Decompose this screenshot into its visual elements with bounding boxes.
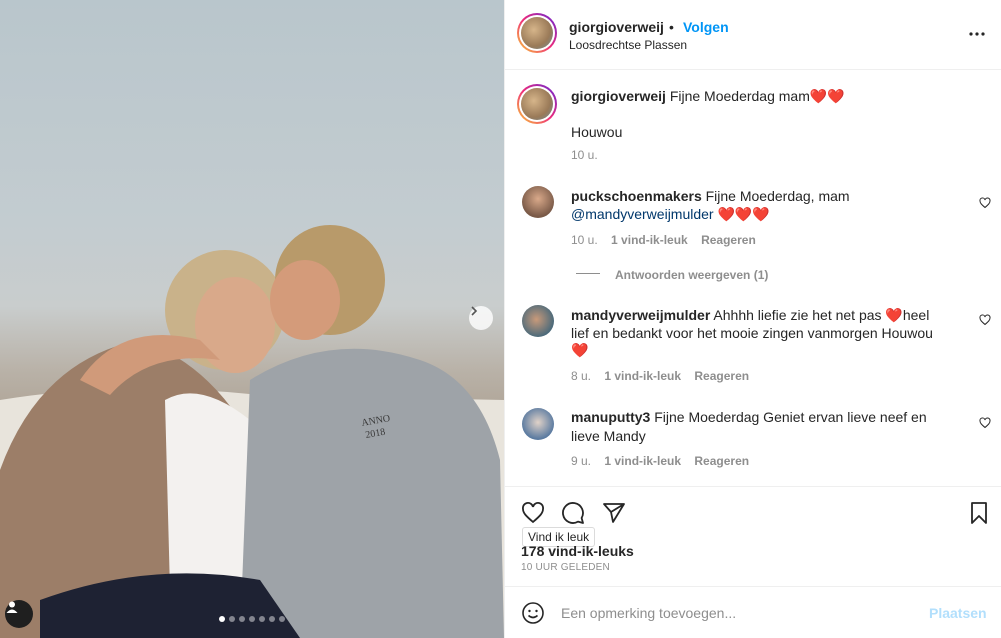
comment-avatar[interactable] <box>522 186 554 218</box>
post-details-panel: giorgioverweij • Volgen Loosdrechtse Pla… <box>504 0 1001 638</box>
likes-count[interactable]: 178 vind-ik-leuks <box>521 543 634 559</box>
user-tag-button[interactable] <box>5 600 33 628</box>
carousel-dot <box>259 616 265 622</box>
comment-likes[interactable]: 1 vind-ik-leuk <box>604 454 681 468</box>
comment-emoji: ❤️❤️❤️ <box>717 206 770 222</box>
user-tag-icon <box>6 601 18 613</box>
carousel-dot <box>219 616 225 622</box>
comment-reply-button[interactable]: Reageren <box>701 233 756 247</box>
carousel-dot <box>229 616 235 622</box>
author-avatar[interactable] <box>517 13 557 53</box>
comment-time[interactable]: 10 u. <box>571 233 598 247</box>
caption-avatar[interactable] <box>517 84 557 124</box>
comment-mention[interactable]: @mandyverweijmulder <box>571 206 714 222</box>
comment-time[interactable]: 8 u. <box>571 369 591 383</box>
replies-line <box>576 273 600 274</box>
post-actions: Vind ik leuk 178 vind-ik-leuks 10 UUR GE… <box>505 486 1001 586</box>
comment-text: Fijne Moederdag Geniet ervan lieve neef … <box>654 409 927 425</box>
comment-icon[interactable] <box>561 501 585 525</box>
comment-likes[interactable]: 1 vind-ik-leuk <box>604 369 681 383</box>
caption-username[interactable]: giorgioverweij <box>571 88 666 104</box>
view-replies-button[interactable]: Antwoorden weergeven (1) <box>615 268 768 282</box>
comment-like-heart-icon[interactable] <box>979 314 991 326</box>
comment-text-line2: lieve Mandy <box>571 428 646 444</box>
caption-text: Fijne Moederdag mam❤️❤️ <box>669 88 845 104</box>
comment-username[interactable]: mandyverweijmulder <box>571 307 710 323</box>
comment-input[interactable] <box>561 601 921 625</box>
bookmark-icon[interactable] <box>967 501 991 525</box>
author-username[interactable]: giorgioverweij <box>569 19 664 35</box>
comment-text-line2: lief en bedankt voor het mooie zingen va… <box>571 325 933 341</box>
chevron-right-icon <box>471 306 478 316</box>
comment-text: Fijne Moederdag, mam <box>705 188 850 204</box>
post-photo[interactable]: ANNO 2018 <box>0 0 504 638</box>
more-icon <box>969 32 985 36</box>
photo-illustration: ANNO 2018 <box>0 225 504 638</box>
post-header: giorgioverweij • Volgen Loosdrechtse Pla… <box>505 0 1001 70</box>
post-comment-button[interactable]: Plaatsen <box>929 605 987 621</box>
comment-reply-button[interactable]: Reageren <box>694 369 749 383</box>
share-icon[interactable] <box>602 501 626 525</box>
carousel-dot <box>239 616 245 622</box>
caption-time: 10 u. <box>571 148 598 162</box>
separator-dot: • <box>669 19 674 35</box>
follow-button[interactable]: Volgen <box>683 19 729 35</box>
carousel-dot <box>249 616 255 622</box>
carousel-dot <box>269 616 275 622</box>
comment-likes[interactable]: 1 vind-ik-leuk <box>611 233 688 247</box>
comment-avatar[interactable] <box>522 305 554 337</box>
comment-text-line3: ❤️ <box>571 342 589 358</box>
comment-avatar[interactable] <box>522 408 554 440</box>
heart-icon[interactable] <box>521 501 545 525</box>
comment-text: Ahhhh liefie zie het net pas ❤️heel <box>713 307 930 323</box>
comment-reply-button[interactable]: Reageren <box>694 454 749 468</box>
comment-username[interactable]: manuputty3 <box>571 409 650 425</box>
comment-like-heart-icon[interactable] <box>979 197 991 209</box>
post-location[interactable]: Loosdrechtse Plassen <box>569 38 687 52</box>
carousel-indicator <box>0 616 504 622</box>
more-options-button[interactable] <box>963 20 991 48</box>
add-comment-bar: Plaatsen <box>505 586 1001 638</box>
comment-time[interactable]: 9 u. <box>571 454 591 468</box>
comment-like-heart-icon[interactable] <box>979 417 991 429</box>
post-timestamp[interactable]: 10 UUR GELEDEN <box>521 562 610 573</box>
emoji-icon[interactable] <box>521 601 545 625</box>
caption-line2: Houwou <box>571 124 623 140</box>
carousel-next-button[interactable] <box>469 306 493 330</box>
carousel-dot <box>279 616 285 622</box>
comment-username[interactable]: puckschoenmakers <box>571 188 702 204</box>
